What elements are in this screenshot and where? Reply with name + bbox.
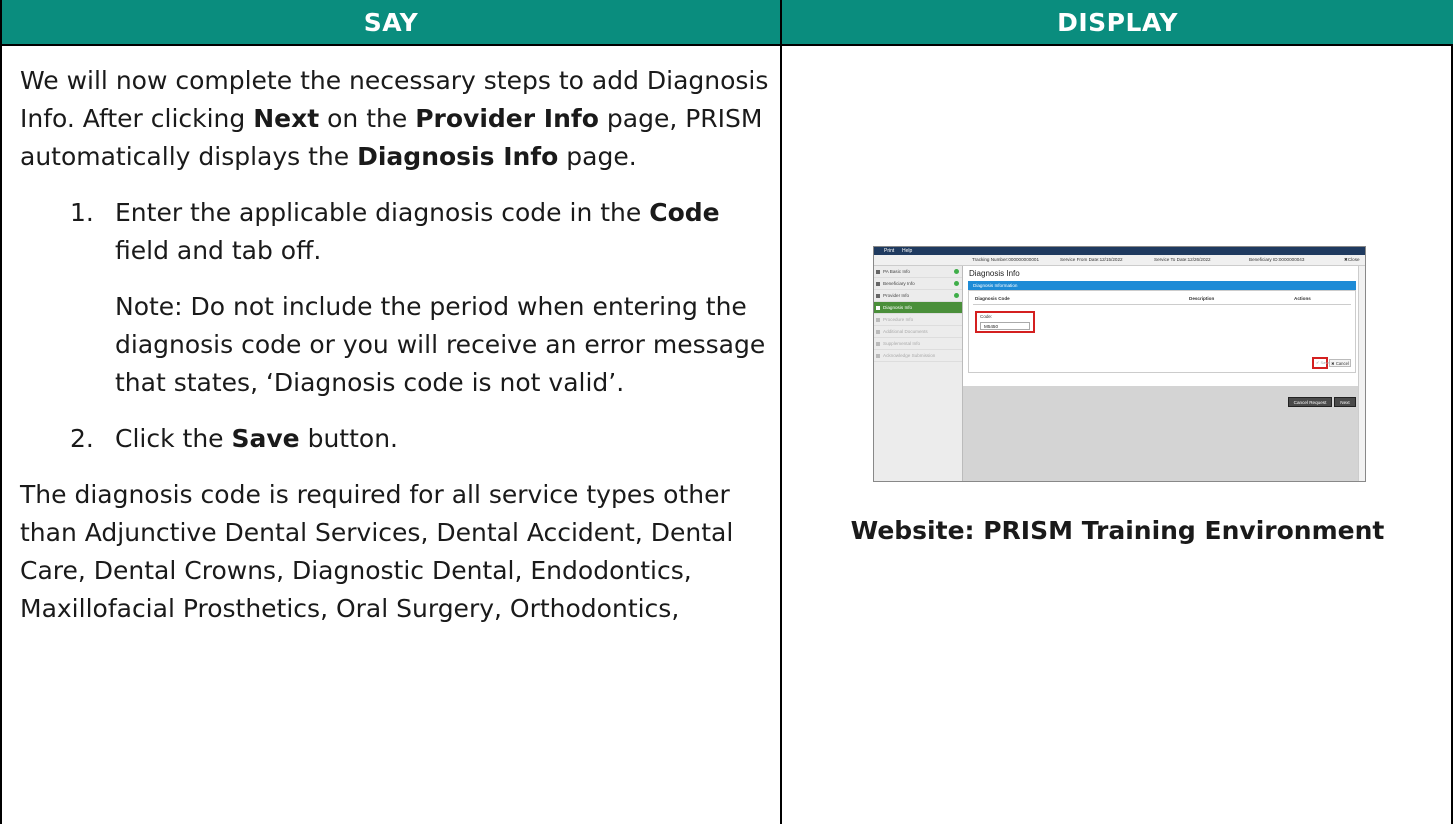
person-icon: [876, 354, 880, 358]
step-1: 1. Enter the applicable diagnosis code in…: [20, 194, 772, 270]
check-icon: [954, 269, 959, 274]
intro-diagnosis-info: Diagnosis Info: [357, 142, 559, 171]
section-header: Diagnosis Information: [968, 281, 1356, 290]
save-highlight: ✔ Save: [1312, 357, 1330, 369]
step-2-save: Save: [231, 424, 300, 453]
help-link[interactable]: Help: [902, 247, 912, 255]
check-icon: [954, 293, 959, 298]
column-divider: [780, 44, 782, 824]
sidebar-item-pa-basic-info[interactable]: PA Basic Info: [874, 266, 962, 278]
intro-paragraph: We will now complete the necessary steps…: [20, 62, 772, 176]
step-2-number: 2.: [70, 424, 94, 453]
sidebar-item-supplemental-info[interactable]: Supplemental Info: [874, 338, 962, 350]
display-header: DISPLAY: [782, 0, 1453, 44]
check-icon: [954, 281, 959, 286]
screenshot-infobar: Tracking Number:000000000001 Service Fro…: [874, 255, 1365, 266]
person-icon: [876, 282, 880, 286]
caption: Website: PRISM Training Environment: [850, 516, 1385, 545]
tracking-number: Tracking Number:000000000001: [972, 257, 1039, 262]
service-to-date: Service To Date:12/26/2022: [1154, 257, 1211, 262]
intro-text-2: on the: [319, 104, 416, 133]
close-link[interactable]: ✖Close: [1344, 255, 1360, 265]
screenshot-sidebar: PA Basic Info Beneficiary Info Provider …: [874, 266, 963, 481]
scrollbar[interactable]: [1358, 266, 1365, 481]
step-1-text-1: Enter the applicable diagnosis code in t…: [115, 198, 650, 227]
sidebar-item-procedure-info[interactable]: Procedure Info: [874, 314, 962, 326]
intro-provider-info: Provider Info: [415, 104, 599, 133]
print-link[interactable]: Print: [884, 247, 894, 255]
sidebar-item-beneficiary-info[interactable]: Beneficiary Info: [874, 278, 962, 290]
intro-next: Next: [253, 104, 320, 133]
code-label: Code:: [980, 314, 993, 319]
gear-icon: [876, 342, 880, 346]
closing-paragraph: The diagnosis code is required for all s…: [20, 480, 734, 623]
step-2: 2. Click the Save button.: [20, 420, 772, 458]
step-1-number: 1.: [70, 198, 94, 227]
book-icon: [876, 306, 880, 310]
header-divider: [2, 44, 1453, 46]
cancel-request-button[interactable]: Cancel Request: [1288, 397, 1332, 407]
step-2-text-1: Click the: [115, 424, 232, 453]
sidebar-item-provider-info[interactable]: Provider Info: [874, 290, 962, 302]
sidebar-item-acknowledge-submission[interactable]: Acknowledge Submission: [874, 350, 962, 362]
beneficiary-id: Beneficiary ID:0000000043: [1249, 257, 1305, 262]
sidebar-item-diagnosis-info[interactable]: Diagnosis Info: [874, 302, 962, 314]
col-diagnosis-code: Diagnosis Code: [975, 296, 1010, 301]
save-button[interactable]: ✔ Save: [1316, 360, 1330, 365]
intro-text-4: page.: [558, 142, 637, 171]
next-button[interactable]: Next: [1334, 397, 1356, 407]
cancel-button[interactable]: ✖ Cancel: [1329, 359, 1351, 367]
screenshot-topbar: Print Help: [874, 247, 1365, 255]
say-display-table: SAY DISPLAY We will now complete the nec…: [0, 0, 1453, 824]
page-title: Diagnosis Info: [969, 269, 1020, 278]
say-header: SAY: [2, 0, 782, 44]
document-icon: [876, 270, 880, 274]
list-icon: [876, 318, 880, 322]
file-icon: [876, 330, 880, 334]
sidebar-item-additional-documents[interactable]: Additional Documents: [874, 326, 962, 338]
note: Note: Do not include the period when ent…: [115, 292, 766, 397]
header-rule: [973, 304, 1351, 305]
col-description: Description: [1189, 296, 1215, 301]
say-column: We will now complete the necessary steps…: [20, 62, 772, 646]
group-icon: [876, 294, 880, 298]
screenshot-main: Diagnosis Info Diagnosis Information Dia…: [963, 266, 1365, 386]
service-from-date: Service From Date:12/15/2022: [1060, 257, 1123, 262]
step-1-text-2: field and tab off.: [115, 236, 322, 265]
col-actions: Actions: [1294, 296, 1311, 301]
section-body: Diagnosis Code Description Actions Code:…: [968, 290, 1356, 373]
prism-screenshot: Print Help Tracking Number:000000000001 …: [873, 246, 1366, 482]
code-input[interactable]: M5450: [980, 322, 1030, 330]
step-2-text-2: button.: [299, 424, 398, 453]
step-1-code: Code: [649, 198, 720, 227]
code-highlight: Code: M5450: [975, 311, 1035, 333]
